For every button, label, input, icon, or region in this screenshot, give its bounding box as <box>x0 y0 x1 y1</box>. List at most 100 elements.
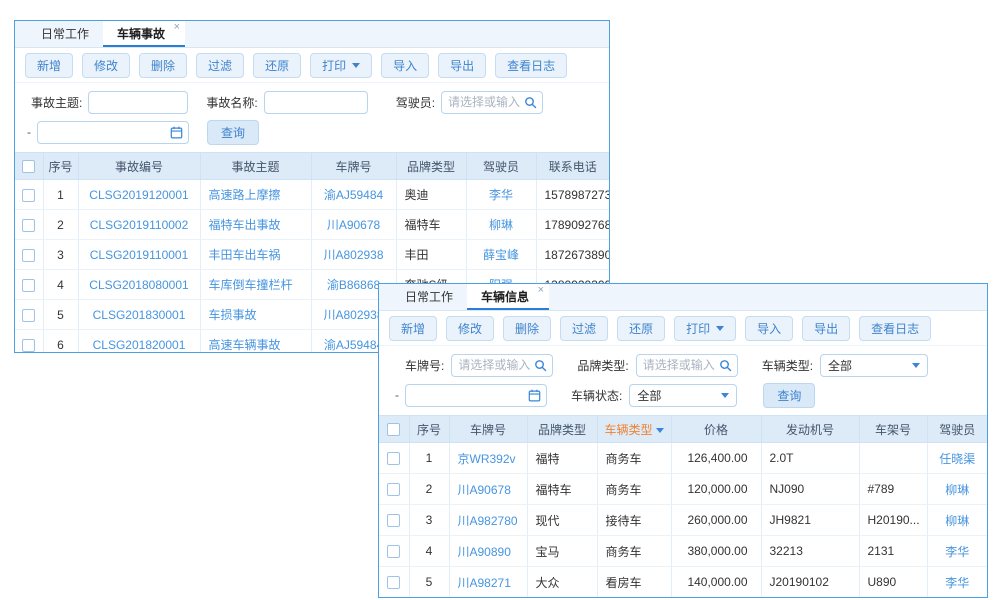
print-button[interactable]: 打印 <box>674 316 736 341</box>
row-checkbox[interactable] <box>22 309 35 322</box>
cell-frame <box>859 443 927 474</box>
vehicle-type-select[interactable]: 全部 <box>820 354 928 377</box>
calendar-icon[interactable] <box>170 126 183 139</box>
row-checkbox[interactable] <box>387 576 400 589</box>
search-icon[interactable] <box>534 359 547 372</box>
row-checkbox[interactable] <box>387 483 400 496</box>
col-brand[interactable]: 品牌类型 <box>396 153 466 180</box>
search-icon[interactable] <box>524 96 537 109</box>
cell-accident-subject[interactable]: 福特车出事故 <box>200 210 311 240</box>
cell-accident-subject[interactable]: 车库倒车撞栏杆 <box>200 270 311 300</box>
add-button[interactable]: 新增 <box>25 53 73 78</box>
restore-button[interactable]: 还原 <box>253 53 301 78</box>
cell-driver[interactable]: 柳琳 <box>927 505 987 536</box>
row-checkbox[interactable] <box>22 249 35 262</box>
cell-driver[interactable]: 李华 <box>927 567 987 598</box>
view-log-button[interactable]: 查看日志 <box>859 316 931 341</box>
query-button[interactable]: 查询 <box>763 383 815 408</box>
cell-accident-code[interactable]: CLSG2018080001 <box>78 270 200 300</box>
select-all-checkbox[interactable] <box>387 423 400 436</box>
col-brand[interactable]: 品牌类型 <box>527 416 597 443</box>
accident-name-input[interactable] <box>264 91 368 114</box>
col-engine[interactable]: 发动机号 <box>761 416 859 443</box>
export-button[interactable]: 导出 <box>438 53 486 78</box>
export-button[interactable]: 导出 <box>802 316 850 341</box>
cell-accident-code[interactable]: CLSG201830001 <box>78 300 200 330</box>
cell-accident-code[interactable]: CLSG2019110002 <box>78 210 200 240</box>
tab-label: 日常工作 <box>41 27 89 41</box>
cell-frame: U890 <box>859 567 927 598</box>
cell-driver[interactable]: 薛宝峰 <box>466 240 536 270</box>
vehicle-status-select[interactable]: 全部 <box>629 384 737 407</box>
close-icon[interactable]: × <box>538 284 544 296</box>
query-button[interactable]: 查询 <box>207 120 259 145</box>
col-frame[interactable]: 车架号 <box>859 416 927 443</box>
accident-subject-input[interactable] <box>88 91 188 114</box>
cell-driver[interactable]: 李华 <box>466 180 536 210</box>
row-checkbox[interactable] <box>22 189 35 202</box>
cell-accident-subject[interactable]: 高速路上摩擦 <box>200 180 311 210</box>
cell-accident-code[interactable]: CLSG201820001 <box>78 330 200 354</box>
cell-plate[interactable]: 川A90678 <box>449 474 527 505</box>
print-button[interactable]: 打印 <box>310 53 372 78</box>
close-icon[interactable]: × <box>174 21 180 33</box>
row-checkbox[interactable] <box>22 279 35 292</box>
import-button[interactable]: 导入 <box>381 53 429 78</box>
row-checkbox[interactable] <box>387 545 400 558</box>
col-plate[interactable]: 车牌号 <box>311 153 396 180</box>
date-range-input[interactable] <box>405 384 547 407</box>
edit-button[interactable]: 修改 <box>82 53 130 78</box>
col-accident-code[interactable]: 事故编号 <box>78 153 200 180</box>
tab-vehicle-accidents[interactable]: 车辆事故 × <box>103 21 185 47</box>
cell-plate[interactable]: 川A982780 <box>449 505 527 536</box>
date-range-input[interactable] <box>37 121 189 144</box>
cell-accident-code[interactable]: CLSG2019110001 <box>78 240 200 270</box>
filter-button[interactable]: 过滤 <box>560 316 608 341</box>
col-no[interactable]: 序号 <box>409 416 449 443</box>
row-checkbox[interactable] <box>22 219 35 232</box>
import-button[interactable]: 导入 <box>745 316 793 341</box>
tab-vehicle-info[interactable]: 车辆信息 × <box>467 284 549 310</box>
cell-accident-subject[interactable]: 车损事故 <box>200 300 311 330</box>
col-price[interactable]: 价格 <box>671 416 761 443</box>
cell-plate[interactable]: 川A98271 <box>449 567 527 598</box>
sort-caret-down-icon[interactable] <box>656 428 664 433</box>
cell-brand: 现代 <box>527 505 597 536</box>
cell-driver[interactable]: 柳琳 <box>466 210 536 240</box>
col-phone[interactable]: 联系电话 <box>536 153 609 180</box>
cell-accident-code[interactable]: CLSG2019120001 <box>78 180 200 210</box>
delete-button[interactable]: 删除 <box>503 316 551 341</box>
cell-driver[interactable]: 任晓渠 <box>927 443 987 474</box>
delete-button[interactable]: 删除 <box>139 53 187 78</box>
cell-accident-subject[interactable]: 高速车辆事故 <box>200 330 311 354</box>
add-button[interactable]: 新增 <box>389 316 437 341</box>
view-log-button[interactable]: 查看日志 <box>495 53 567 78</box>
cell-plate[interactable]: 京WR392v <box>449 443 527 474</box>
cell-driver[interactable]: 柳琳 <box>927 474 987 505</box>
cell-driver[interactable]: 李华 <box>927 536 987 567</box>
cell-plate[interactable]: 渝AJ59484 <box>311 180 396 210</box>
tab-daily-work[interactable]: 日常工作 <box>391 284 467 310</box>
col-no[interactable]: 序号 <box>43 153 78 180</box>
filter-button[interactable]: 过滤 <box>196 53 244 78</box>
row-checkbox[interactable] <box>387 452 400 465</box>
cell-plate[interactable]: 川A90890 <box>449 536 527 567</box>
cell-accident-subject[interactable]: 丰田车出车祸 <box>200 240 311 270</box>
row-checkbox[interactable] <box>22 339 35 352</box>
cell-no: 1 <box>43 180 78 210</box>
cell-plate[interactable]: 川A90678 <box>311 210 396 240</box>
col-driver[interactable]: 驾驶员 <box>927 416 987 443</box>
row-checkbox[interactable] <box>387 514 400 527</box>
col-vehicle-type-sorted[interactable]: 车辆类型 <box>597 416 671 443</box>
col-accident-subject[interactable]: 事故主题 <box>200 153 311 180</box>
col-plate[interactable]: 车牌号 <box>449 416 527 443</box>
caret-down-icon <box>352 63 360 68</box>
select-all-checkbox[interactable] <box>22 160 35 173</box>
cell-plate[interactable]: 川A802938 <box>311 240 396 270</box>
calendar-icon[interactable] <box>528 389 541 402</box>
col-driver[interactable]: 驾驶员 <box>466 153 536 180</box>
edit-button[interactable]: 修改 <box>446 316 494 341</box>
search-icon[interactable] <box>719 359 732 372</box>
restore-button[interactable]: 还原 <box>617 316 665 341</box>
tab-daily-work[interactable]: 日常工作 <box>27 21 103 47</box>
